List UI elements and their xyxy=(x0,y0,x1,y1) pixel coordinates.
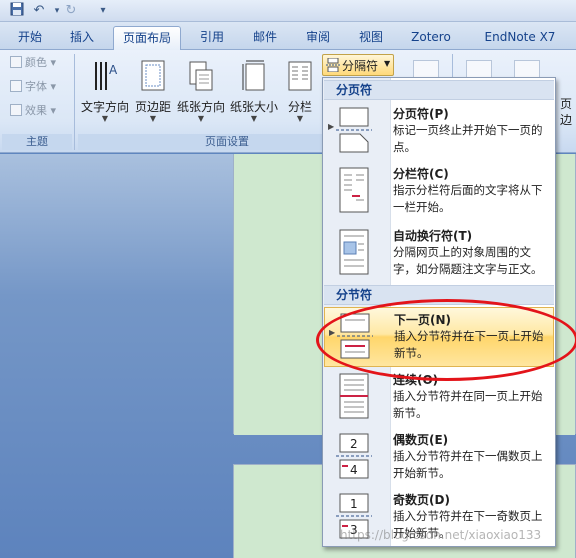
tab-home[interactable]: 开始 xyxy=(8,26,52,50)
svg-text:A: A xyxy=(109,63,118,77)
chevron-down-icon: ▼ xyxy=(101,114,109,123)
theme-colors[interactable]: 颜色 ▾ xyxy=(10,54,56,72)
quick-access-toolbar: ↶ ▾ ↻ ▾ xyxy=(0,0,576,22)
menu-item-page-break[interactable]: ▶ 分页符(P) 标记一页终止并开始下一页的点。 xyxy=(324,102,554,162)
size-button[interactable]: 纸张大小 ▼ xyxy=(228,54,280,132)
even-page-icon: 24 xyxy=(336,433,372,479)
size-label: 纸张大小 xyxy=(229,100,278,114)
tab-insert[interactable]: 插入 xyxy=(60,26,104,50)
chevron-down-icon: ▼ xyxy=(384,59,391,68)
theme-effects[interactable]: 效果 ▾ xyxy=(10,102,56,120)
theme-colors-label: 颜色 xyxy=(25,56,47,69)
chevron-down-icon: ▼ xyxy=(197,114,205,123)
redo-icon[interactable]: ↻ xyxy=(62,2,80,20)
orientation-icon xyxy=(189,61,213,91)
breaks-label: 分隔符 xyxy=(342,59,379,73)
theme-effects-label: 效果 xyxy=(25,104,47,117)
tab-endnote[interactable]: EndNote X7 xyxy=(472,26,568,50)
margins-button[interactable]: 页边距 ▼ xyxy=(132,54,174,132)
tab-references[interactable]: 引用 xyxy=(190,26,234,50)
menu-item-column-break[interactable]: 分栏符(C) 指示分栏符后面的文字将从下一栏开始。 xyxy=(324,162,554,222)
tab-view[interactable]: 视图 xyxy=(349,26,393,50)
menu-item-title: 偶数页(E) xyxy=(393,433,449,447)
page-break-icon xyxy=(336,107,372,153)
menu-item-text-wrapping-break[interactable]: 自动换行符(T) 分隔网页上的对象周围的文字，如分隔题注文字与正文。 xyxy=(324,224,554,284)
text-wrapping-icon xyxy=(339,229,369,275)
group-divider xyxy=(74,54,75,150)
section-header-page-breaks: 分页符 xyxy=(324,80,554,100)
breaks-button[interactable]: 分隔符 ▼ xyxy=(322,54,394,76)
menu-item-description: 标记一页终止并开始下一页的点。 xyxy=(393,123,543,154)
menu-item-title: 分栏符(C) xyxy=(393,167,449,181)
pointer-icon: ▶ xyxy=(328,122,335,131)
fonts-icon xyxy=(10,80,22,92)
orientation-button[interactable]: 纸张方向 ▼ xyxy=(175,54,227,132)
column-break-icon xyxy=(339,167,369,213)
ribbon-tabs: 开始 插入 页面布局 引用 邮件 审阅 视图 Zotero EndNote X7 xyxy=(0,22,576,50)
watermark-text: https://blog.csdn.net/xiaoxiao133 xyxy=(340,528,542,542)
page-borders-button[interactable]: 页 边 xyxy=(560,96,572,128)
tab-mailings[interactable]: 邮件 xyxy=(243,26,287,50)
columns-button[interactable]: 分栏 ▼ xyxy=(282,54,318,132)
orientation-label: 纸张方向 xyxy=(176,100,225,114)
menu-item-title: 分页符(P) xyxy=(393,107,449,121)
tab-zotero[interactable]: Zotero xyxy=(402,26,460,50)
text-direction-label: 文字方向 xyxy=(80,100,129,114)
margins-icon xyxy=(141,60,165,91)
margins-label: 页边距 xyxy=(134,100,171,114)
chevron-down-icon: ▼ xyxy=(296,114,304,123)
colors-icon xyxy=(10,56,22,68)
continuous-icon xyxy=(339,373,369,419)
breaks-icon xyxy=(326,58,340,72)
menu-item-description: 插入分节符并在同一页上开始新节。 xyxy=(393,389,543,420)
columns-icon xyxy=(288,61,312,91)
customize-icon[interactable]: ▾ xyxy=(94,2,112,20)
columns-label: 分栏 xyxy=(287,100,312,114)
text-direction-button[interactable]: A 文字方向 ▼ xyxy=(78,54,132,132)
group-label-themes: 主题 xyxy=(2,134,72,150)
theme-fonts[interactable]: 字体 ▾ xyxy=(10,78,56,96)
undo-icon[interactable]: ↶ xyxy=(30,2,48,20)
tab-review[interactable]: 审阅 xyxy=(296,26,340,50)
effects-icon xyxy=(10,104,22,116)
menu-item-description: 分隔网页上的对象周围的文字，如分隔题注文字与正文。 xyxy=(393,245,543,276)
page-size-icon xyxy=(242,60,265,91)
theme-fonts-label: 字体 xyxy=(25,80,47,93)
menu-item-title: 自动换行符(T) xyxy=(393,229,473,243)
menu-item-even-page[interactable]: 24 偶数页(E) 插入分节符并在下一偶数页上开始新节。 xyxy=(324,428,554,488)
odd-page-number: 1 xyxy=(350,497,358,511)
menu-item-description: 插入分节符并在下一偶数页上开始新节。 xyxy=(393,449,543,480)
save-icon[interactable] xyxy=(8,2,26,20)
menu-item-title: 奇数页(D) xyxy=(393,493,450,507)
svg-text:4: 4 xyxy=(350,463,358,477)
chevron-down-icon: ▼ xyxy=(250,114,258,123)
text-direction-icon: A xyxy=(95,62,118,90)
menu-item-description: 指示分栏符后面的文字将从下一栏开始。 xyxy=(393,183,543,214)
tab-page-layout[interactable]: 页面布局 xyxy=(113,26,181,50)
page-borders-label-line2: 边 xyxy=(560,113,573,127)
chevron-down-icon: ▼ xyxy=(149,114,157,123)
annotation-ellipse xyxy=(316,299,576,381)
even-page-number: 2 xyxy=(350,437,358,451)
page-borders-label-line1: 页 xyxy=(560,97,573,111)
